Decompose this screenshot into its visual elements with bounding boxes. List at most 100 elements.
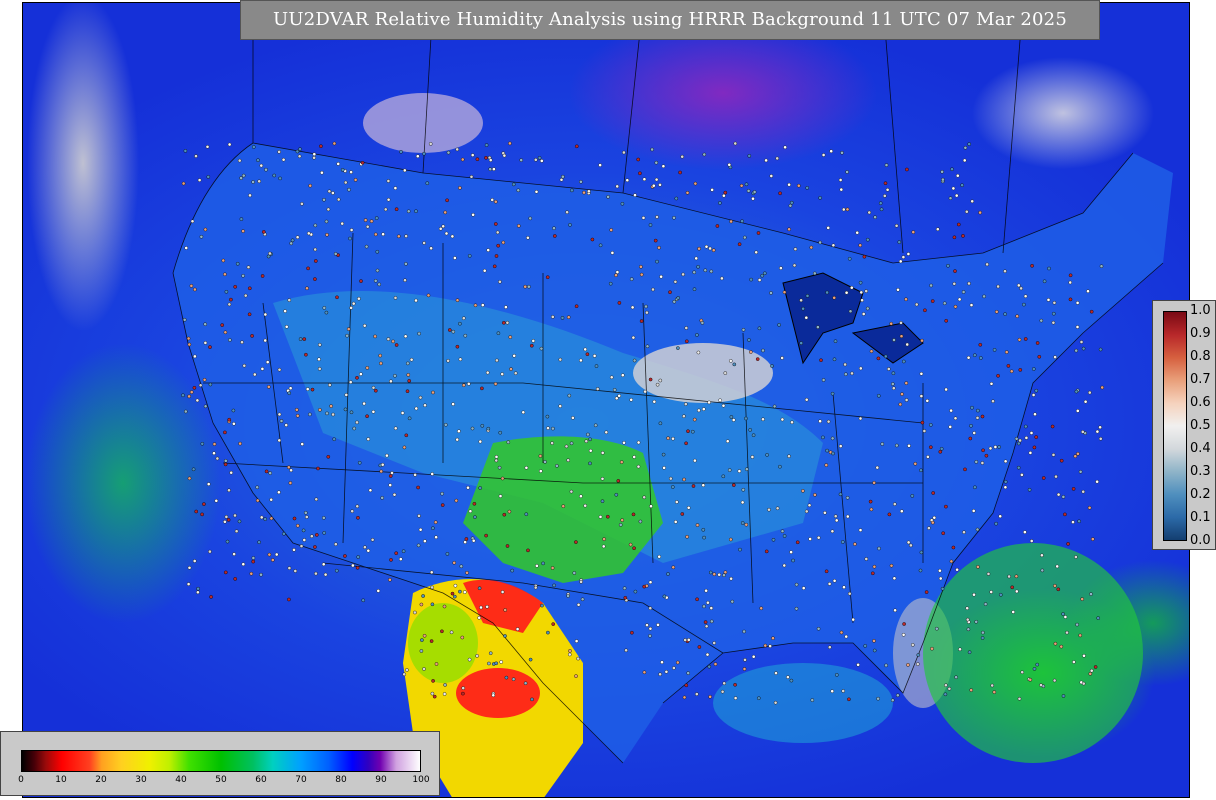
observation-dot — [631, 335, 636, 340]
observation-dot — [579, 580, 583, 584]
gulf-cyan-patch — [713, 663, 893, 743]
observation-dot — [1003, 459, 1008, 464]
observation-dot — [887, 367, 891, 371]
observation-dot — [804, 509, 809, 514]
observation-colorbar-tick: 0.0 — [1190, 533, 1211, 548]
observation-dot — [656, 623, 660, 627]
observation-dot — [641, 216, 646, 220]
observation-dot — [322, 197, 326, 202]
observation-dot — [614, 273, 618, 278]
observation-dot — [643, 389, 647, 394]
observation-dot — [461, 691, 465, 696]
observation-dot — [229, 470, 233, 475]
observation-dot — [293, 569, 298, 573]
observation-dot — [1075, 301, 1080, 305]
observation-dot — [198, 383, 203, 388]
observation-dot — [1054, 474, 1058, 479]
observation-dot — [767, 507, 771, 512]
observation-dot — [896, 693, 900, 698]
observation-dot — [241, 562, 246, 567]
observation-dot — [541, 561, 545, 566]
observation-dot — [956, 173, 960, 178]
observation-dot — [570, 188, 574, 193]
observation-dot — [430, 585, 434, 590]
observation-dot — [361, 598, 366, 603]
observation-dot — [493, 222, 498, 226]
observation-dot — [1078, 469, 1083, 474]
observation-dot — [545, 414, 550, 419]
observation-dot — [1089, 592, 1093, 596]
observation-dot — [684, 441, 688, 446]
observation-dot — [475, 157, 480, 161]
observation-dot — [702, 535, 706, 540]
observation-dot — [322, 306, 327, 310]
observation-dot — [404, 433, 409, 438]
observation-dot — [508, 335, 513, 339]
observation-dot — [197, 178, 202, 182]
observation-dot — [976, 408, 980, 413]
observation-dot — [550, 566, 555, 570]
observation-dot — [998, 514, 1003, 519]
observation-dot — [821, 153, 826, 157]
observation-dot — [642, 495, 647, 500]
observation-dot — [830, 689, 835, 694]
observation-dot — [208, 345, 212, 349]
observation-dot — [443, 683, 447, 687]
observation-dot — [672, 299, 677, 304]
observation-dot — [787, 227, 791, 232]
observation-dot — [1015, 314, 1020, 319]
observation-dot — [974, 460, 979, 464]
observation-dot — [799, 341, 804, 345]
observation-dot — [223, 520, 227, 524]
observation-dot — [1018, 438, 1022, 443]
observation-dot — [1030, 263, 1034, 268]
observation-dot — [278, 176, 282, 181]
observation-dot — [661, 452, 666, 457]
observation-dot — [329, 404, 333, 408]
observation-dot — [324, 310, 329, 315]
observation-dot — [835, 673, 839, 677]
observation-dot — [965, 617, 970, 622]
observation-dot — [490, 198, 495, 202]
observation-dot — [651, 287, 655, 292]
observation-dot — [841, 689, 846, 693]
observation-dot — [961, 234, 965, 238]
observation-dot — [839, 630, 844, 635]
observation-dot — [952, 235, 957, 240]
observation-dot — [539, 346, 544, 351]
observation-dot — [622, 440, 626, 445]
observation-dot — [231, 408, 236, 413]
observation-dot — [733, 683, 737, 687]
observation-dot — [1061, 495, 1066, 499]
observation-dot — [526, 548, 530, 553]
observation-dot — [733, 141, 738, 146]
observation-dot — [841, 540, 845, 544]
observation-dot — [850, 285, 854, 290]
observation-dot — [702, 604, 706, 609]
observation-dot — [1071, 487, 1076, 491]
observation-dot — [678, 170, 682, 175]
observation-dot — [740, 521, 745, 525]
observation-dot — [308, 183, 313, 188]
observation-dot — [553, 234, 557, 238]
observation-dot — [241, 173, 246, 178]
observation-dot — [440, 503, 445, 507]
observation-dot — [373, 388, 378, 393]
observation-dot — [574, 304, 579, 309]
observation-dot — [968, 436, 973, 441]
observation-dot — [929, 283, 933, 288]
observation-dot — [284, 423, 289, 427]
observation-dot — [1053, 584, 1057, 588]
observation-dot — [295, 149, 300, 154]
observation-dot — [252, 372, 257, 377]
observation-dot — [1059, 644, 1064, 649]
observation-dot — [744, 522, 749, 527]
observation-dot — [609, 228, 614, 232]
observation-dot — [969, 303, 974, 307]
observation-dot — [389, 379, 393, 384]
observation-dot — [684, 326, 689, 330]
observation-dot — [349, 306, 353, 310]
observation-dot — [430, 602, 435, 607]
observation-dot — [847, 697, 851, 702]
observation-dot — [501, 320, 506, 325]
